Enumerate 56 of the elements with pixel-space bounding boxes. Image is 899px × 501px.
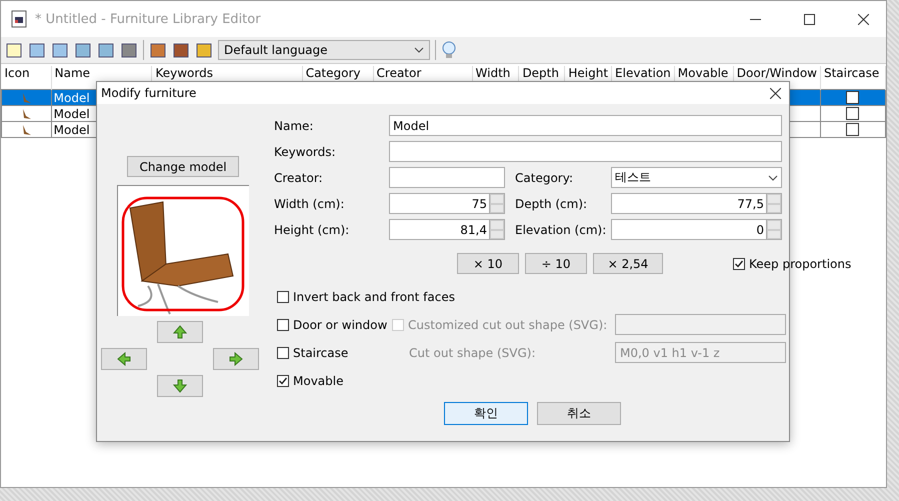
checkbox-label: Staircase bbox=[293, 346, 348, 360]
language-dropdown[interactable]: Default language bbox=[218, 40, 430, 60]
arrow-right-icon bbox=[229, 352, 243, 366]
field-label: Cut out shape (SVG): bbox=[408, 346, 537, 360]
move-right-button[interactable] bbox=[213, 348, 259, 370]
ok-button[interactable]: 확인 bbox=[444, 402, 528, 425]
number-spinner[interactable]: 81,4 bbox=[389, 219, 505, 240]
close-icon[interactable] bbox=[770, 88, 781, 98]
checkbox[interactable] bbox=[733, 258, 745, 270]
minimize-icon bbox=[750, 18, 760, 20]
checkbox-label: Invert back and front faces bbox=[293, 290, 455, 304]
checkbox-label: Door or window bbox=[293, 318, 388, 332]
cancel-button[interactable]: 취소 bbox=[537, 402, 622, 425]
window-title: * Untitled - Furniture Library Editor bbox=[35, 12, 262, 26]
scale-button[interactable]: ÷ 10 bbox=[525, 253, 587, 274]
checkbox[interactable] bbox=[277, 318, 289, 330]
field-label: Category: bbox=[515, 170, 574, 184]
field-label: Creator: bbox=[274, 170, 324, 184]
number-spinner[interactable]: 0 bbox=[611, 219, 782, 240]
field-label: Width (cm): bbox=[274, 196, 346, 210]
move-down-button[interactable] bbox=[157, 375, 203, 397]
name-field[interactable]: Model bbox=[389, 115, 782, 136]
arrow-down-icon bbox=[173, 379, 187, 393]
keywords-field[interactable] bbox=[389, 141, 782, 162]
checkbox-label: Keep proportions bbox=[749, 256, 852, 270]
creator-field[interactable] bbox=[389, 167, 505, 188]
chevron-down-icon bbox=[768, 174, 778, 180]
lightbulb-icon[interactable] bbox=[441, 40, 457, 60]
chevron-down-icon bbox=[414, 47, 424, 53]
arrow-left-icon bbox=[117, 352, 131, 366]
close-icon bbox=[858, 14, 868, 24]
field-label: Keywords: bbox=[274, 144, 337, 158]
number-spinner[interactable]: 77,5 bbox=[611, 193, 782, 214]
checkbox[interactable] bbox=[846, 107, 860, 120]
change-model-button[interactable]: Change model bbox=[127, 156, 239, 177]
app-icon bbox=[11, 10, 27, 28]
number-spinner[interactable]: 75 bbox=[389, 193, 505, 214]
checkbox[interactable] bbox=[846, 123, 860, 136]
move-up-button[interactable] bbox=[157, 321, 203, 343]
field-label: Depth (cm): bbox=[515, 196, 588, 210]
cut-out-shape-field: M0,0 v1 h1 v-1 z bbox=[615, 342, 786, 363]
category-dropdown[interactable]: 테스트 bbox=[611, 167, 782, 188]
field-label: Height (cm): bbox=[274, 222, 350, 236]
checkbox[interactable] bbox=[277, 346, 289, 358]
move-left-button[interactable] bbox=[101, 348, 147, 370]
checkbox[interactable] bbox=[846, 91, 860, 104]
maximize-icon bbox=[804, 14, 814, 24]
field-label: Name: bbox=[274, 118, 314, 132]
checkbox-label: Movable bbox=[293, 374, 344, 388]
checkbox-label: Customized cut out shape (SVG): bbox=[408, 318, 608, 332]
checkbox[interactable] bbox=[277, 290, 289, 302]
field-label: Elevation (cm): bbox=[515, 222, 608, 236]
scale-button[interactable]: × 2,54 bbox=[593, 253, 663, 274]
checkbox[interactable] bbox=[277, 374, 289, 386]
scale-button[interactable]: × 10 bbox=[457, 253, 519, 274]
arrow-up-icon bbox=[173, 325, 187, 339]
